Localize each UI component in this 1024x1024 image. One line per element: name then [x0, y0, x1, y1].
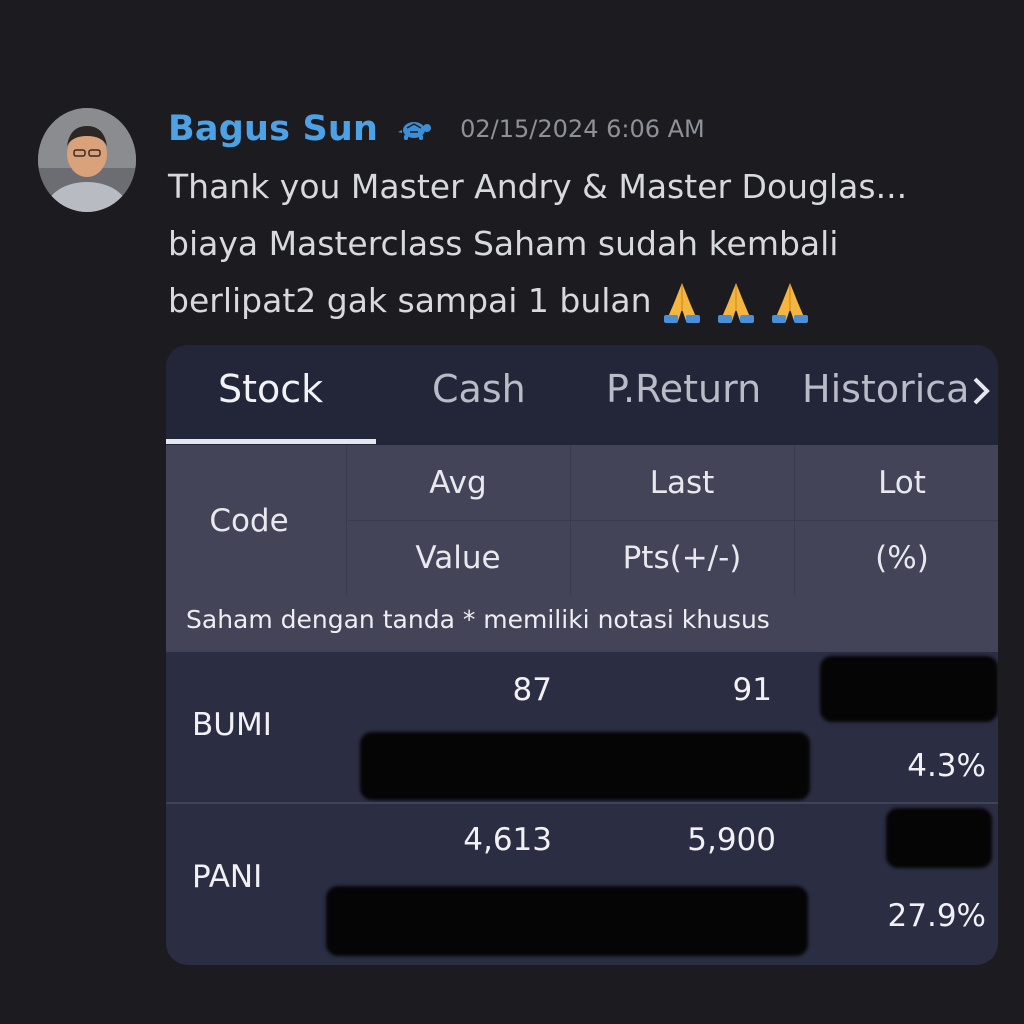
tab-stock[interactable]: Stock [218, 367, 323, 411]
portfolio-screenshot[interactable]: Stock Cash P.Return Historical Code Avg … [166, 345, 998, 965]
column-header-lot[interactable]: Lot [794, 465, 998, 501]
column-header-last[interactable]: Last [570, 465, 794, 501]
column-header-pct[interactable]: (%) [794, 540, 998, 576]
redacted-value [360, 732, 810, 800]
tab-cash[interactable]: Cash [432, 367, 526, 411]
message-line-text: berlipat2 gak sampai 1 bulan [168, 281, 652, 320]
last-price: 5,900 [687, 822, 776, 858]
tab-bar: Stock Cash P.Return Historical [166, 345, 998, 444]
table-header: Code Avg Value Last Pts(+/-) Lot (%) Sah… [166, 445, 998, 650]
message-line: Thank you Master Andry & Master Douglas.… [168, 167, 908, 206]
special-notation-note: Saham dengan tanda * memiliki notasi khu… [186, 605, 770, 634]
active-tab-indicator [166, 439, 376, 444]
folded-hands-icon [766, 281, 814, 325]
emoji-group [658, 281, 814, 325]
chevron-right-icon[interactable] [970, 371, 992, 411]
turtle-icon [396, 116, 432, 142]
redacted-lot [820, 656, 998, 722]
username[interactable]: Bagus Sun [168, 109, 378, 149]
message-line: berlipat2 gak sampai 1 bulan [168, 272, 998, 329]
folded-hands-icon [658, 281, 706, 325]
redacted-value [326, 886, 808, 956]
table-row[interactable]: PANI 4,613 5,900 27.9% [166, 804, 998, 965]
return-percent: 4.3% [907, 748, 986, 784]
timestamp: 02/15/2024 6:06 AM [460, 115, 705, 143]
message-line: biaya Masterclass Saham sudah kembali [168, 224, 839, 263]
header-row-divider [346, 520, 998, 521]
return-percent: 27.9% [887, 898, 986, 934]
avg-price: 4,613 [463, 822, 552, 858]
redacted-lot [886, 808, 992, 868]
message-header: Bagus Sun 02/15/2024 6:06 AM [168, 104, 705, 154]
column-header-code[interactable]: Code [166, 503, 332, 539]
avatar[interactable] [38, 108, 136, 212]
last-price: 91 [732, 672, 772, 708]
tab-historical[interactable]: Historical [802, 367, 972, 411]
tab-p-return[interactable]: P.Return [606, 367, 761, 411]
column-header-value[interactable]: Value [346, 540, 570, 576]
message-body: Thank you Master Andry & Master Douglas.… [168, 158, 998, 329]
table-row[interactable]: BUMI 87 91 4.3% [166, 652, 998, 802]
avg-price: 87 [512, 672, 552, 708]
folded-hands-icon [712, 281, 760, 325]
column-header-pts[interactable]: Pts(+/-) [570, 540, 794, 576]
stock-code: PANI [192, 859, 263, 895]
column-header-avg[interactable]: Avg [346, 465, 570, 501]
stock-code: BUMI [192, 707, 272, 743]
